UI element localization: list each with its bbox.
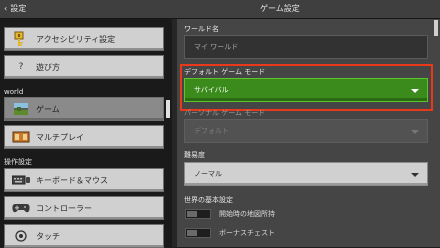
sidebar-item-touch[interactable]: タッチ: [4, 224, 164, 248]
difficulty-dropdown[interactable]: ノーマル: [184, 162, 428, 186]
page-title: ゲーム設定: [260, 4, 300, 13]
sidebar-item-label: マルチプレイ: [36, 132, 84, 142]
sidebar-item-label: 遊び方: [36, 62, 60, 72]
top-bar: ‹ 設定 ゲーム設定: [0, 0, 440, 19]
sidebar-item-label: キーボード＆マウス: [36, 175, 108, 185]
controller-icon: [10, 199, 32, 217]
sidebar-item-accessibility[interactable]: アクセシビリティ設定: [4, 27, 164, 51]
toggle-knob: [187, 211, 197, 217]
world-name-value: マイ ワールド: [194, 43, 239, 51]
keyboard-icon: [10, 171, 32, 189]
sidebar-item-label: タッチ: [36, 231, 60, 241]
settings-scrollbar[interactable]: [434, 20, 438, 36]
world-basics-label: 世界の基本設定: [184, 196, 233, 204]
sidebar-item-keyboard-mouse[interactable]: キーボード＆マウス: [4, 168, 164, 192]
starting-map-toggle[interactable]: [185, 209, 211, 219]
toggle-label: ボーナスチェスト: [219, 229, 275, 237]
personal-game-mode-value: デフォルト: [194, 127, 229, 135]
question-icon: ?: [18, 62, 24, 72]
difficulty-label: 難易度: [184, 151, 205, 159]
world-name-field[interactable]: マイ ワールド: [184, 35, 428, 59]
sidebar-item-game[interactable]: ゲーム: [4, 97, 164, 121]
multiplayer-icon: [10, 128, 32, 146]
sidebar-item-label: コントローラー: [36, 203, 92, 213]
chevron-left-icon: ‹: [4, 4, 8, 13]
personal-game-mode-label: パーソナル ゲーム モード: [184, 109, 266, 117]
highlight-box: [180, 64, 433, 111]
touch-icon: [10, 227, 32, 245]
sidebar-item-label: アクセシビリティ設定: [36, 34, 116, 44]
bonus-chest-toggle[interactable]: [185, 228, 211, 238]
dropdown-arrow-icon: [411, 173, 419, 177]
toggle-row-starting-map[interactable]: 開始時の地図所持: [185, 208, 275, 220]
sidebar-item-multiplayer[interactable]: マルチプレイ: [4, 125, 164, 149]
sidebar-item-how-to-play[interactable]: ? 遊び方: [4, 55, 164, 79]
toggle-row-bonus-chest[interactable]: ボーナスチェスト: [185, 227, 275, 239]
sidebar-item-controller[interactable]: コントローラー: [4, 196, 164, 220]
key-icon: [10, 30, 32, 48]
toggle-label: 開始時の地図所持: [219, 210, 275, 218]
dropdown-arrow-icon: [411, 130, 419, 134]
sidebar-item-label: ゲーム: [36, 104, 60, 114]
section-label-controls: 操作設定: [4, 158, 32, 166]
section-label-world: world: [4, 88, 24, 96]
toggle-knob: [187, 230, 197, 236]
personal-game-mode-dropdown: デフォルト: [184, 119, 428, 143]
back-button[interactable]: ‹ 設定: [4, 2, 26, 16]
back-label: 設定: [10, 4, 27, 13]
sidebar-scrollbar[interactable]: [166, 100, 170, 118]
world-name-label: ワールド名: [184, 25, 219, 33]
world-icon: [10, 100, 32, 118]
difficulty-value: ノーマル: [194, 170, 222, 178]
